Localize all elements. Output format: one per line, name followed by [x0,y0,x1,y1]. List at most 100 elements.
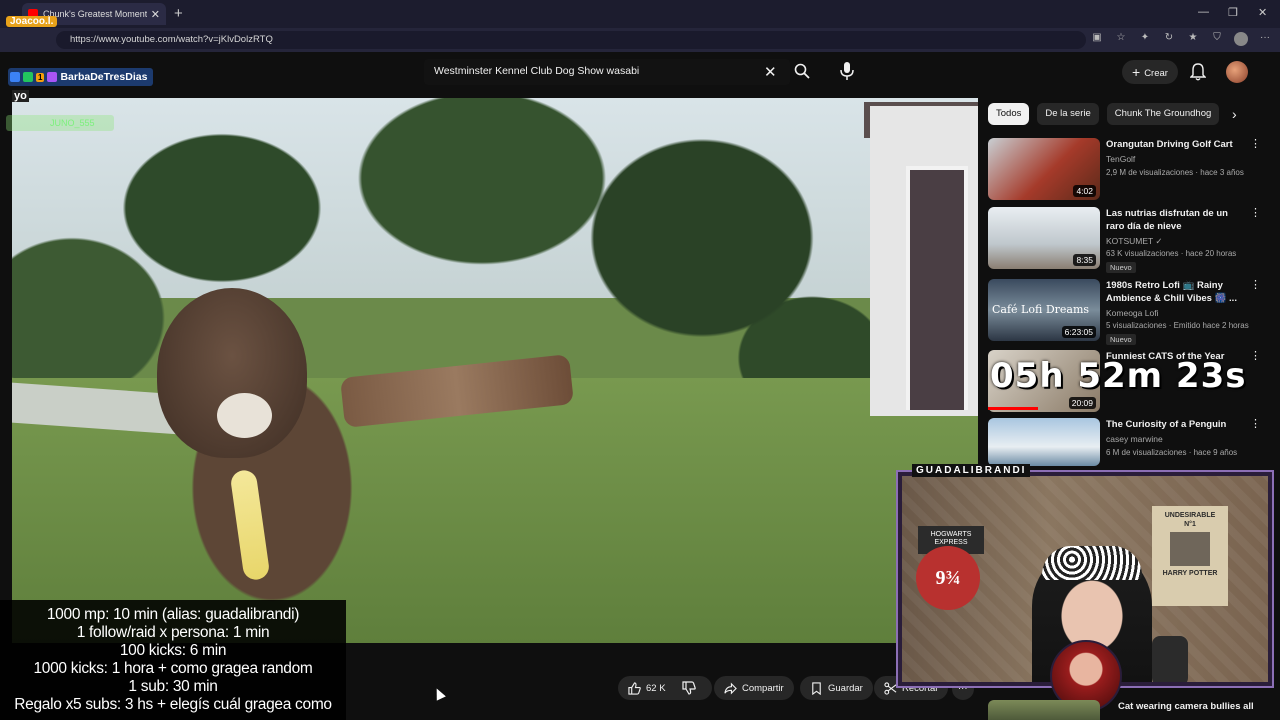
badge-icon [23,72,33,82]
minimize-button[interactable]: — [1198,6,1209,18]
wanted-line1: UNDESIRABLE [1164,512,1216,519]
microphone-icon[interactable] [838,61,856,81]
new-badge: Nuevo [1106,334,1136,345]
recommendation-meta: 63 K visualizaciones · hace 20 horas [1106,249,1237,258]
restore-button[interactable]: ❐ [1228,6,1238,19]
chip-all[interactable]: Todos [988,103,1030,125]
webcam-label: GUADALIBRANDI [912,464,1031,477]
bookmark-icon [812,681,821,695]
recommendation-channel[interactable]: casey marwine [1106,434,1163,444]
shield-icon[interactable]: ⛉ [1210,32,1224,49]
recommendation-item[interactable]: 8:35 Las nutrias disfrutan de un raro dí… [988,207,1268,273]
wanted-name: HARRY POTTER [1162,570,1218,577]
more-vert-icon[interactable]: ⋮ [1250,419,1261,430]
more-vert-icon[interactable]: ⋮ [1250,208,1261,219]
new-badge: Nuevo [1106,262,1136,273]
video-player[interactable] [12,98,978,643]
chat-username: BarbaDeTresDias [60,71,148,83]
rule-line: 1000 kicks: 1 hora + como gragea random [33,660,313,677]
recommendation-channel[interactable]: TenGolf [1106,154,1135,164]
groundhog-muzzle [217,393,272,438]
search-query: Westminster Kennel Club Dog Show wasabi [434,65,640,77]
microphone [1152,636,1188,682]
more-vert-icon[interactable]: ⋮ [1250,139,1261,150]
notifications-bell-icon[interactable] [1190,63,1206,81]
badge-count: 1 [36,72,45,82]
chip-series[interactable]: De la serie [1037,103,1099,125]
screen: Chunk's Greatest Moments Of ✕ + — ❐ ✕ ht… [0,0,1280,720]
mouse-cursor-icon [432,686,446,701]
chips-next-icon[interactable]: › [1232,106,1237,122]
rule-line: Regalo x5 subs: 3 hs + elegís cuál grage… [14,696,332,713]
save-button[interactable]: Guardar [800,676,873,700]
account-avatar[interactable] [1226,61,1248,83]
duration-badge: 8:35 [1073,254,1096,266]
close-window-button[interactable]: ✕ [1258,6,1267,19]
profile-icon[interactable] [1234,32,1248,49]
streamer-bandana [1042,546,1142,580]
recommendation-title[interactable]: Orangutan Driving Golf Cart [1106,138,1238,151]
favorite-star-icon[interactable]: ☆ [1114,32,1128,49]
recommendation-item[interactable]: Café Lofi Dreams 6:23:05 1980s Retro Lof… [988,279,1268,345]
filter-chips: Todos De la serie Chunk The Groundhog [988,103,1220,125]
recommendation-channel[interactable]: KOTSUMET ✓ [1106,236,1163,247]
rule-line: 1 sub: 30 min [128,678,218,695]
search-icon[interactable] [794,63,810,79]
recommendation-title[interactable]: 1980s Retro Lofi 📺 Rainy Ambience & Chil… [1106,279,1238,305]
rule-line: 1 follow/raid x persona: 1 min [76,624,270,641]
stream-timer: 05h 52m 23s [990,356,1247,396]
recommendation-item[interactable]: 4:02 Orangutan Driving Golf Cart TenGolf… [988,138,1268,202]
chat-username-badge: 1 BarbaDeTresDias [8,68,154,86]
wanted-line2: N°1 [1184,521,1196,528]
recommendation-title[interactable]: Cat wearing camera bullies all [1118,701,1254,712]
url-field[interactable]: https://www.youtube.com/watch?v=jKlvDolz… [56,31,1086,49]
video-shed-door [906,166,968,410]
video-thumbnail[interactable]: 8:35 [988,207,1100,269]
chip-channel[interactable]: Chunk The Groundhog [1106,103,1220,125]
like-button[interactable]: 62 K [618,676,712,700]
extensions-icon[interactable]: ✦ [1138,32,1152,49]
chat-tag: Joacoo.l. [6,16,58,27]
share-icon [724,682,737,694]
chat-short-user: yo [12,90,29,102]
split-view-icon[interactable]: ▣ [1090,32,1104,49]
recommendation-meta: 2,9 M de visualizaciones · hace 3 años [1106,168,1244,177]
recommendation-title[interactable]: Las nutrias disfrutan de un raro día de … [1106,207,1238,233]
recommendation-title[interactable]: The Curiosity of a Penguin [1106,418,1238,431]
video-thumbnail[interactable] [988,418,1100,466]
thumbnail-text: Café Lofi Dreams [992,303,1090,316]
video-thumbnail[interactable]: Café Lofi Dreams 6:23:05 [988,279,1100,341]
tab-title: Chunk's Greatest Moments Of [43,9,147,19]
favorites-icon[interactable]: ★ [1186,32,1200,49]
like-count: 62 K [646,682,666,694]
duration-badge: 6:23:05 [1061,326,1096,338]
video-thumbnail[interactable]: 4:02 [988,138,1100,200]
clear-search-icon[interactable]: ✕ [764,63,777,81]
more-vert-icon[interactable]: ⋮ [1250,280,1261,291]
menu-icon[interactable]: ··· [1258,32,1272,49]
wanted-poster: UNDESIRABLE N°1 HARRY POTTER [1152,506,1228,606]
more-vert-icon[interactable]: ⋮ [1250,351,1261,362]
scissors-icon [884,681,897,695]
save-label: Guardar [828,682,863,694]
thumbs-down-icon[interactable] [682,681,696,695]
share-label: Compartir [742,682,784,694]
new-tab-button[interactable]: + [174,5,183,22]
create-label: Crear [1144,68,1168,79]
watch-progress-bar [988,407,1038,410]
video-thumbnail[interactable] [988,700,1100,720]
refresh-icon[interactable]: ↻ [1162,32,1176,49]
tab-close-icon[interactable]: ✕ [151,8,160,21]
create-button[interactable]: + Crear [1122,60,1178,84]
search-input[interactable]: Westminster Kennel Club Dog Show wasabi … [424,59,790,85]
rule-line: 100 kicks: 6 min [119,642,227,659]
duration-badge: 4:02 [1073,185,1096,197]
chat-blurred-user: JUNO_555 [6,115,114,131]
browser-tab-bar: Chunk's Greatest Moments Of ✕ + — ❐ ✕ [0,0,1280,28]
browser-toolbar: ▣ ☆ ✦ ↻ ★ ⛉ ··· [1090,32,1272,49]
share-button[interactable]: Compartir [714,676,794,700]
platform-sign: 9¾ [916,546,980,610]
recommendation-channel[interactable]: Komeoga Lofi [1106,308,1158,318]
duration-badge: 20:09 [1068,397,1096,409]
youtube-header: Westminster Kennel Club Dog Show wasabi … [0,52,1280,96]
